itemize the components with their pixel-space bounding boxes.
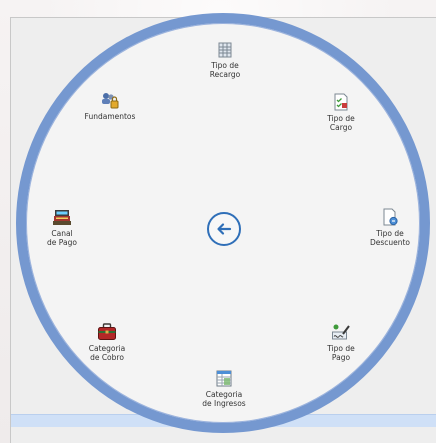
menu-item-canal-pago[interactable]: Canal de Pago [17, 208, 107, 247]
menu-item-label: Fundamentos [84, 112, 136, 121]
menu-item-label: Tipo de Pago [327, 344, 355, 362]
menu-item-tipo-recargo[interactable]: Tipo de Recargo [180, 42, 270, 79]
menu-item-tipo-pago[interactable]: Tipo de Pago [296, 323, 386, 362]
menu-item-fundamentos[interactable]: Fundamentos [65, 92, 155, 122]
checklist-doc-icon [334, 93, 348, 111]
menu-item-categoria-cobro[interactable]: Categoria de Cobro [62, 323, 152, 362]
menu-item-tipo-descuento[interactable]: Tipo de Descuento [345, 208, 435, 247]
menu-item-categoria-ingresos[interactable]: Categoria de Ingresos [179, 370, 269, 408]
menu-item-label: Canal de Pago [47, 229, 77, 247]
briefcase-icon [98, 323, 116, 340]
menu-item-label: Categoria de Cobro [88, 344, 126, 362]
menu-item-label: Tipo de Descuento [369, 229, 411, 247]
ledger-grid-icon [218, 42, 232, 58]
cash-register-icon [53, 210, 71, 225]
back-arrow-icon [217, 223, 232, 235]
pen-signature-icon [332, 324, 350, 340]
spreadsheet-icon [216, 370, 232, 387]
menu-item-label: Tipo de Cargo [327, 114, 355, 132]
menu-item-label: Tipo de Recargo [209, 61, 241, 79]
users-lock-icon [102, 93, 119, 109]
document-badge-icon [383, 208, 398, 226]
menu-item-label: Categoria de Ingresos [202, 390, 246, 408]
back-button[interactable] [207, 212, 241, 246]
menu-item-tipo-cargo[interactable]: Tipo de Cargo [296, 93, 386, 132]
